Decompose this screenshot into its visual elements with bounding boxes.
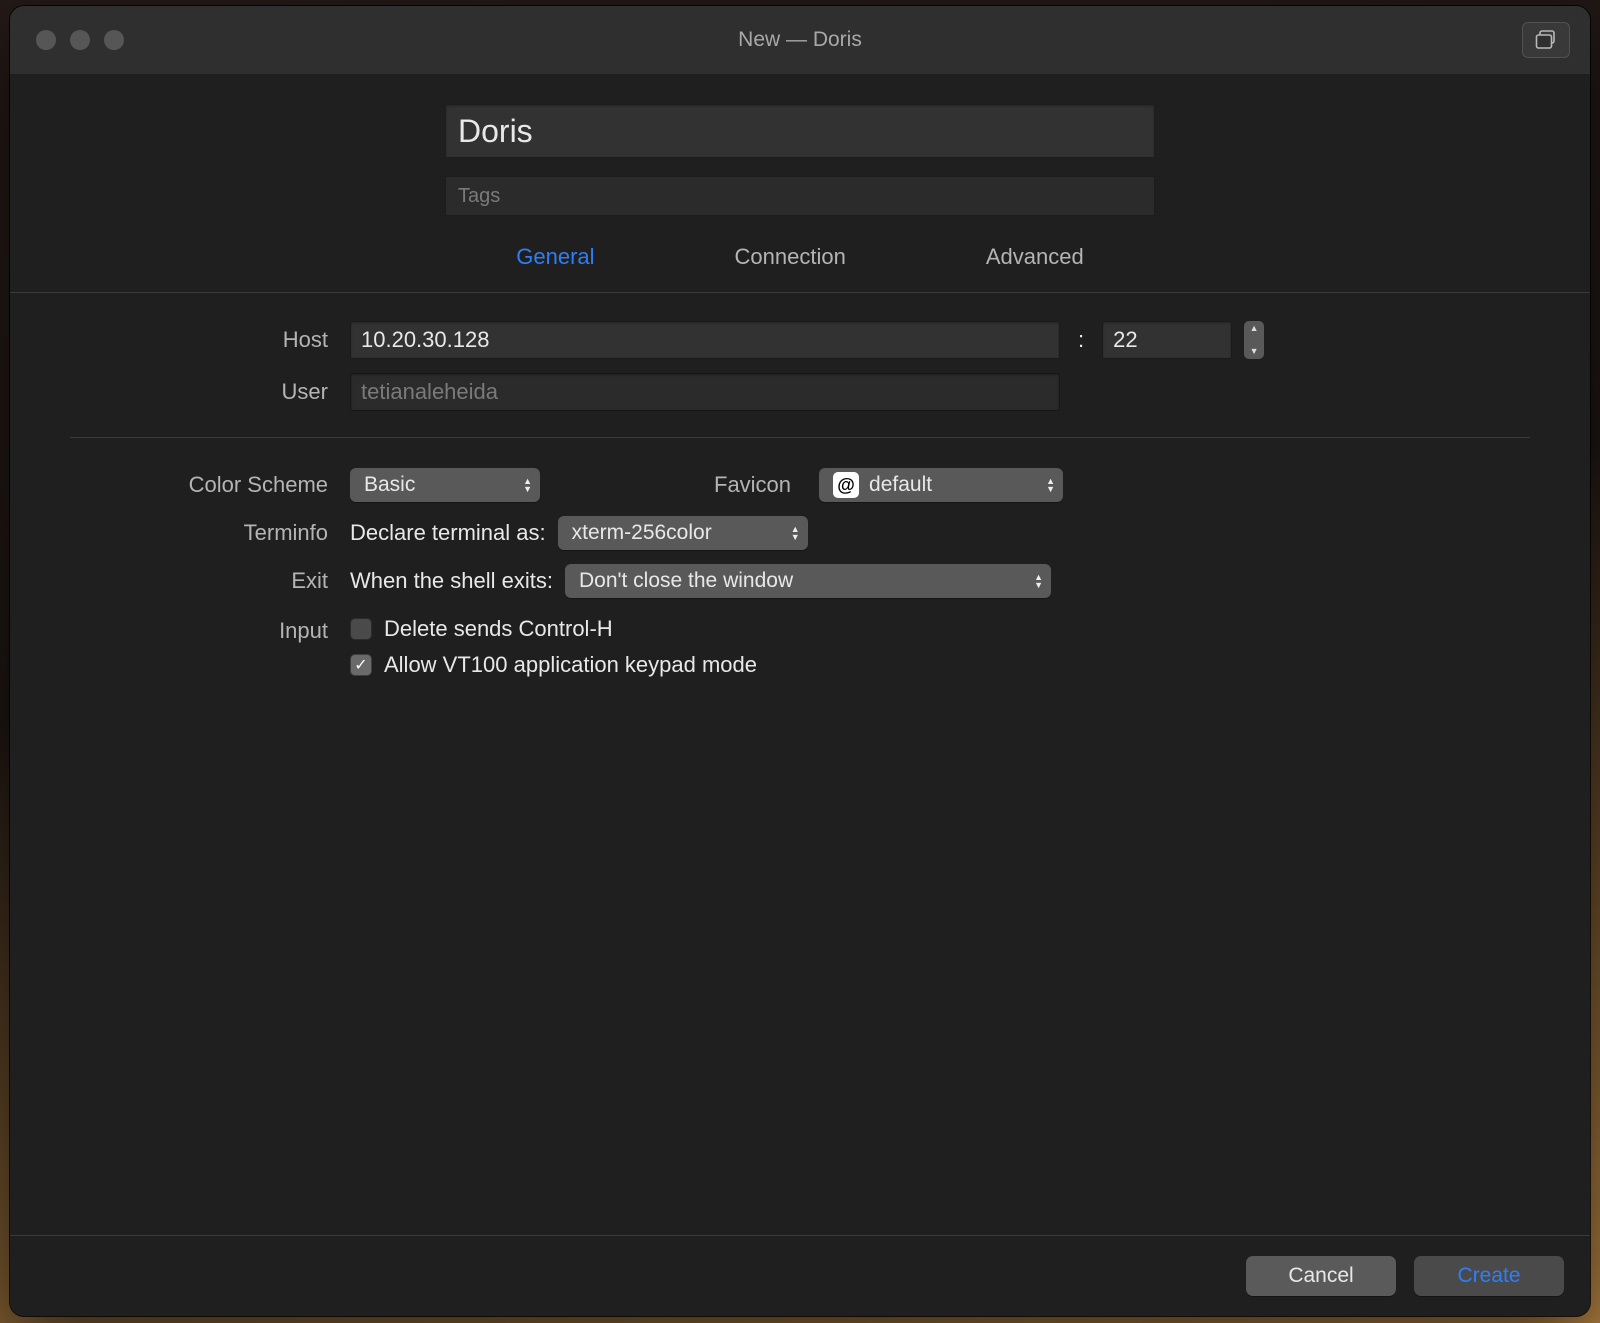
- vt100-keypad-checkbox[interactable]: ✓: [350, 654, 372, 676]
- cancel-button-label: Cancel: [1288, 1264, 1353, 1288]
- user-label: User: [70, 379, 350, 405]
- host-row: Host : ▲ ▼: [70, 321, 1530, 359]
- tab-general[interactable]: General: [516, 244, 594, 270]
- tab-connection[interactable]: Connection: [735, 244, 846, 270]
- section-divider: [70, 437, 1530, 438]
- window: New — Doris Tags General Connection Adva…: [10, 6, 1590, 1316]
- color-scheme-value: Basic: [364, 473, 415, 497]
- traffic-lights: [10, 30, 124, 50]
- terminfo-select[interactable]: xterm-256color ▲▼: [558, 516, 808, 550]
- create-button[interactable]: Create: [1414, 1256, 1564, 1296]
- chevron-up-icon: ▲: [1250, 324, 1259, 333]
- terminfo-row: Terminfo Declare terminal as: xterm-256c…: [70, 516, 1530, 550]
- tags-input[interactable]: Tags: [445, 176, 1155, 216]
- terminfo-value: xterm-256color: [572, 521, 712, 545]
- cancel-button[interactable]: Cancel: [1246, 1256, 1396, 1296]
- user-input[interactable]: [350, 373, 1060, 411]
- host-label: Host: [70, 327, 350, 353]
- tabs: General Connection Advanced: [10, 216, 1590, 292]
- header: Tags General Connection Advanced: [10, 74, 1590, 293]
- port-input[interactable]: [1102, 321, 1232, 359]
- exit-label: Exit: [70, 568, 350, 594]
- favicon-label: Favicon: [714, 472, 807, 498]
- favicon-glyph-icon: @: [833, 472, 859, 498]
- exit-behavior-value: Don't close the window: [579, 569, 793, 593]
- create-button-label: Create: [1457, 1264, 1520, 1288]
- favicon-select[interactable]: @ default ▲▼: [819, 468, 1063, 502]
- exit-behavior-select[interactable]: Don't close the window ▲▼: [565, 564, 1051, 598]
- vt100-keypad-label: Allow VT100 application keypad mode: [384, 652, 757, 678]
- updown-icon: ▲▼: [1034, 573, 1043, 589]
- favicon-value: default: [869, 473, 932, 497]
- color-scheme-label: Color Scheme: [70, 472, 350, 498]
- host-input[interactable]: [350, 321, 1060, 359]
- updown-icon: ▲▼: [523, 477, 532, 493]
- host-port-separator: :: [1072, 327, 1090, 353]
- panel-general: Host : ▲ ▼ User Color Scheme: [10, 293, 1590, 1235]
- tags-placeholder: Tags: [458, 185, 500, 208]
- titlebar: New — Doris: [10, 6, 1590, 74]
- updown-icon: ▲▼: [791, 525, 800, 541]
- color-scheme-row: Color Scheme Basic ▲▼ Favicon @ default …: [70, 468, 1530, 502]
- window-title: New — Doris: [10, 28, 1590, 52]
- delete-ctrl-h-label: Delete sends Control-H: [384, 616, 613, 642]
- open-windows-button[interactable]: [1522, 22, 1570, 58]
- input-row: Input Delete sends Control-H ✓ Allow VT1…: [70, 616, 1530, 688]
- port-stepper[interactable]: ▲ ▼: [1244, 321, 1264, 359]
- input-label: Input: [70, 616, 350, 644]
- delete-ctrl-h-checkbox[interactable]: [350, 618, 372, 640]
- user-row: User: [70, 373, 1530, 411]
- stacked-windows-icon: [1535, 30, 1557, 50]
- tab-advanced[interactable]: Advanced: [986, 244, 1084, 270]
- minimize-window-icon[interactable]: [70, 30, 90, 50]
- profile-name-input[interactable]: [445, 104, 1155, 158]
- vt100-keypad-row: ✓ Allow VT100 application keypad mode: [350, 652, 757, 678]
- terminfo-prefix: Declare terminal as:: [350, 520, 546, 546]
- zoom-window-icon[interactable]: [104, 30, 124, 50]
- updown-icon: ▲▼: [1046, 477, 1055, 493]
- terminfo-label: Terminfo: [70, 520, 350, 546]
- exit-row: Exit When the shell exits: Don't close t…: [70, 564, 1530, 598]
- close-window-icon[interactable]: [36, 30, 56, 50]
- color-scheme-select[interactable]: Basic ▲▼: [350, 468, 540, 502]
- delete-ctrl-h-row: Delete sends Control-H: [350, 616, 757, 642]
- footer: Cancel Create: [10, 1235, 1590, 1316]
- chevron-down-icon: ▼: [1250, 347, 1259, 356]
- exit-prefix: When the shell exits:: [350, 568, 553, 594]
